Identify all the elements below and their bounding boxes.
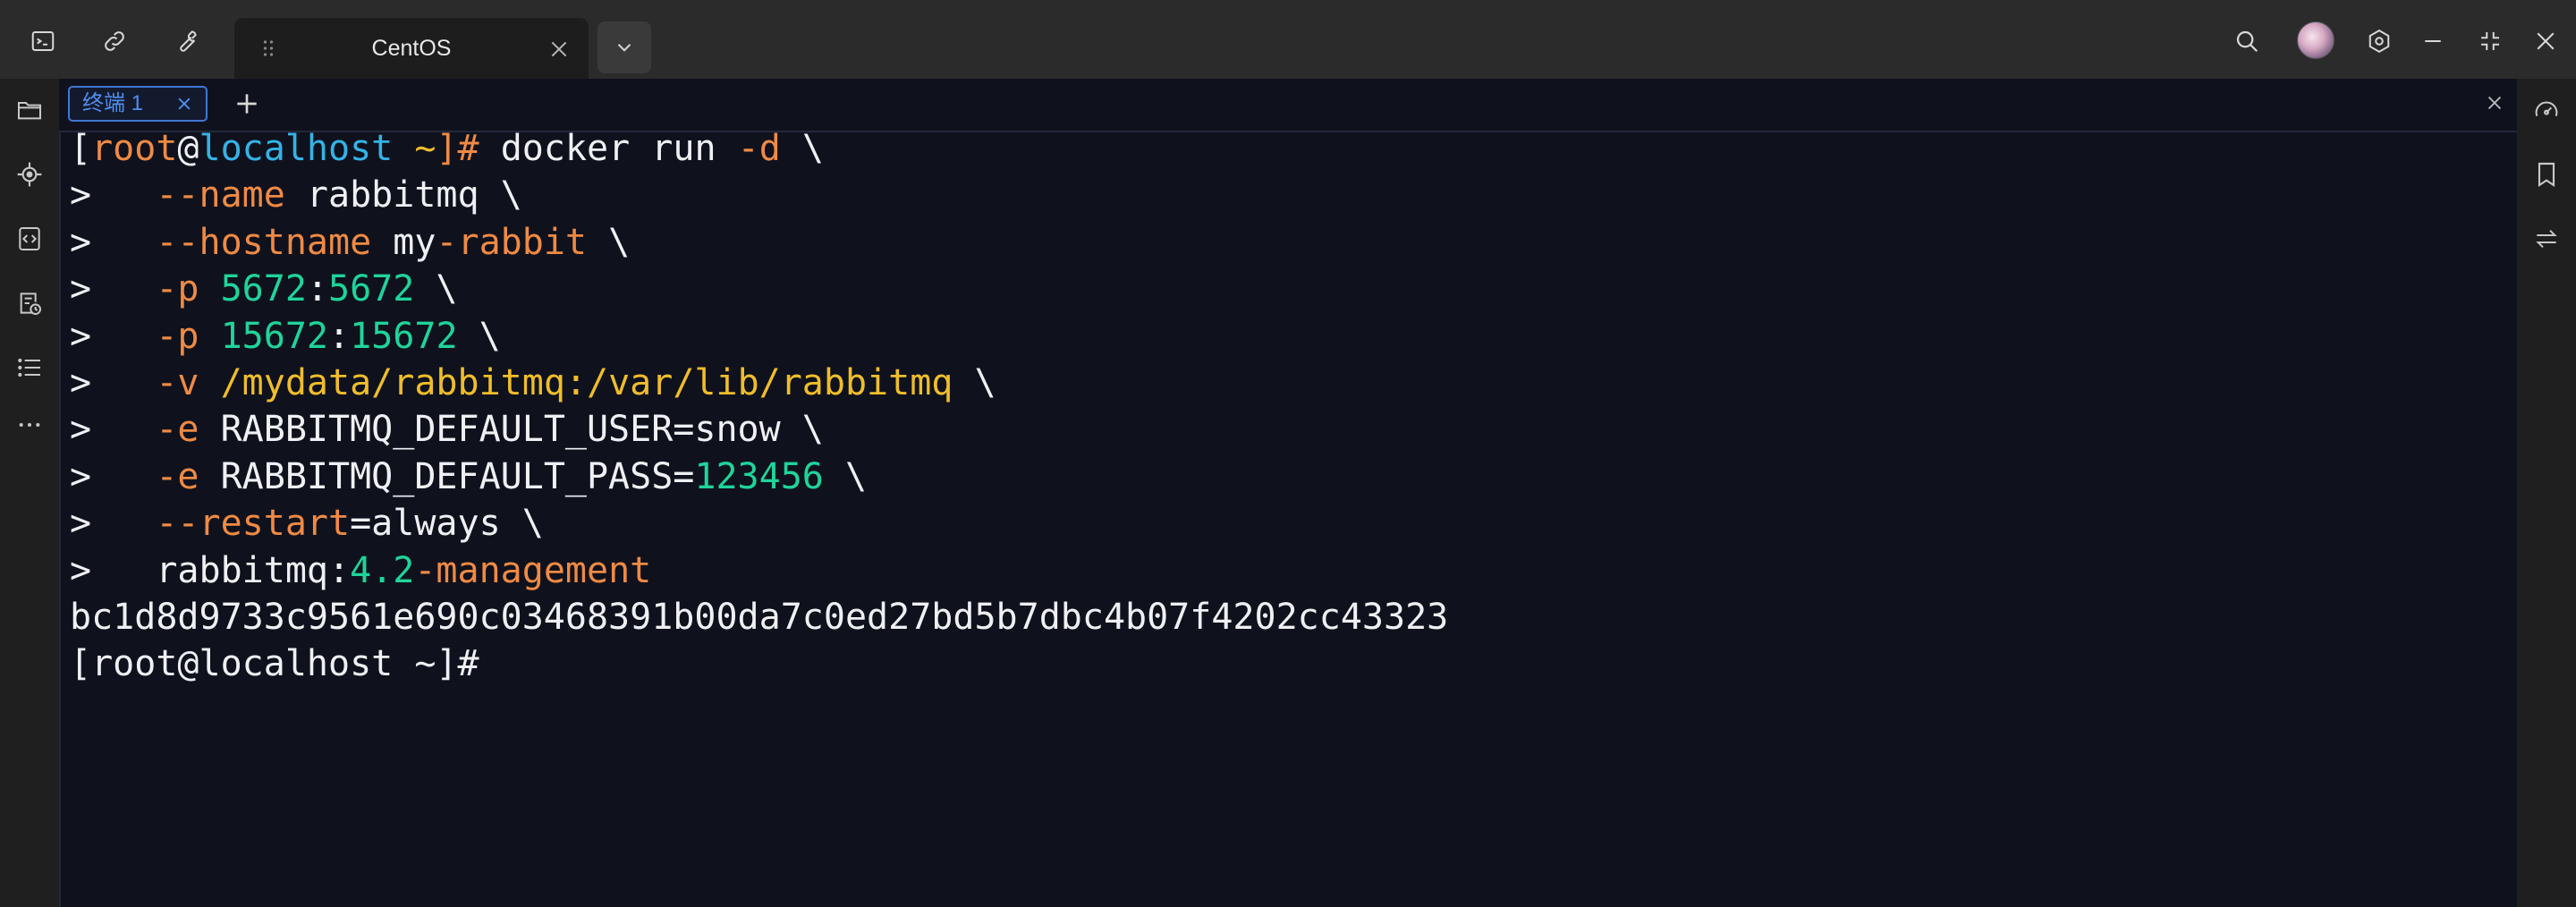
terminal-token: --hostname	[156, 222, 372, 263]
terminal-token: :	[306, 268, 329, 309]
terminal-token: docker run	[479, 128, 738, 169]
history-icon[interactable]	[13, 286, 47, 320]
terminal-token: ~	[414, 128, 436, 169]
terminal-token: RABBITMQ_DEFAULT_PASS=	[199, 456, 695, 497]
terminal-token: 4.2	[350, 550, 415, 591]
terminal-line: > -v /mydata/rabbitmq:/var/lib/rabbitmq …	[70, 360, 996, 406]
terminal-token: :	[328, 316, 351, 357]
terminal-token: >	[70, 316, 157, 357]
tab-centos[interactable]: CentOS	[234, 18, 589, 79]
folder-icon[interactable]	[13, 93, 47, 127]
left-sidebar	[0, 79, 59, 907]
terminal-token: @	[177, 128, 199, 169]
terminal-token: >	[70, 222, 157, 263]
terminal-token: >	[70, 174, 157, 216]
terminal-tab[interactable]: 终端 1	[68, 86, 208, 122]
terminal-line: > rabbitmq:4.2-management	[70, 547, 651, 594]
right-sidebar	[2517, 79, 2576, 907]
terminal-token: RABBITMQ_DEFAULT_USER=snow \	[199, 409, 824, 450]
terminal-token: -e	[156, 456, 199, 497]
transfer-icon[interactable]	[2529, 222, 2563, 256]
code-icon[interactable]	[13, 222, 47, 256]
target-icon[interactable]	[13, 157, 47, 191]
terminal-line: [root@localhost ~]# docker run -d \	[70, 125, 824, 172]
restore-icon[interactable]	[2470, 21, 2510, 61]
terminal-tab-label: 终端 1	[82, 91, 144, 115]
terminal-token: [	[70, 128, 92, 169]
terminal-token: \	[414, 268, 458, 309]
terminal-line: > --hostname my-rabbit \	[70, 219, 630, 266]
terminal-token: >	[70, 268, 157, 309]
terminal-token: 5672	[220, 268, 307, 309]
terminal-tab-close-icon[interactable]	[175, 95, 193, 113]
terminal-token: \	[457, 316, 501, 357]
bookmark-icon[interactable]	[2529, 157, 2563, 191]
minimize-icon[interactable]	[2413, 21, 2453, 61]
wrench-icon[interactable]	[166, 21, 206, 61]
link-icon[interactable]	[95, 21, 134, 61]
avatar[interactable]	[2297, 21, 2334, 59]
terminal-token: \	[586, 222, 631, 263]
terminal-token: >	[70, 362, 157, 403]
terminal-token: my	[371, 222, 436, 263]
terminal-token: [root@localhost ~]#	[70, 643, 479, 684]
terminal-tab-strip: 终端 1	[59, 79, 2517, 132]
close-icon[interactable]	[2526, 21, 2565, 61]
tab-title: CentOS	[371, 36, 452, 61]
terminal-token: -e	[156, 409, 199, 450]
list-icon[interactable]	[13, 351, 47, 385]
terminal-icon[interactable]	[23, 21, 63, 61]
terminal-token: 123456	[694, 456, 824, 497]
terminal-token: -p	[156, 268, 199, 309]
terminal-token: \	[823, 456, 868, 497]
more-icon[interactable]	[13, 408, 47, 442]
terminal-token: \	[953, 362, 996, 403]
terminal-line: bc1d8d9733c9561e690c03468391b00da7c0ed27…	[70, 594, 1448, 640]
terminal-token: /mydata/rabbitmq:/var/lib/rabbitmq	[220, 362, 953, 403]
title-bar: CentOS	[0, 0, 2576, 79]
terminal-line: > -p 15672:15672 \	[70, 313, 501, 360]
terminal-token: -management	[414, 550, 652, 591]
terminal-token: -d	[737, 128, 781, 169]
terminal-token: 5672	[328, 268, 415, 309]
terminal-token: 15672	[350, 316, 458, 357]
terminal-token: bc1d8d9733c9561e690c03468391b00da7c0ed27…	[70, 597, 1449, 638]
terminal-token: -v	[156, 362, 199, 403]
terminal-line: > -p 5672:5672 \	[70, 266, 458, 312]
terminal-token: 15672	[220, 316, 329, 357]
terminal-output[interactable]: [root@localhost ~]# docker run -d \ > --n…	[59, 128, 2517, 907]
terminal-token: >	[70, 456, 157, 497]
terminal-line: > -e RABBITMQ_DEFAULT_USER=snow \	[70, 406, 824, 453]
terminal-token: >	[70, 409, 157, 450]
terminal-token: \	[780, 128, 824, 169]
terminal-token: -p	[156, 316, 199, 357]
settings-icon[interactable]	[2360, 21, 2399, 61]
terminal-token: root	[91, 128, 178, 169]
terminal-token: =always \	[350, 503, 544, 544]
add-tab-icon[interactable]	[233, 89, 261, 118]
terminal-token: >	[70, 503, 157, 544]
terminal-token: localhost	[199, 128, 394, 169]
terminal-token: > rabbitmq:	[70, 550, 351, 591]
terminal-token: --restart	[156, 503, 351, 544]
tab-dropdown-button[interactable]	[597, 21, 651, 73]
terminal-line: > --restart=always \	[70, 500, 544, 547]
terminal-token: ]#	[436, 128, 479, 169]
search-icon[interactable]	[2227, 21, 2267, 61]
panel-close-icon[interactable]	[2485, 93, 2504, 113]
terminal-line: [root@localhost ~]#	[70, 640, 479, 687]
terminal-token: --name	[156, 174, 285, 216]
terminal-token: rabbitmq \	[284, 174, 522, 216]
terminal-line: > --name rabbitmq \	[70, 172, 522, 218]
chevron-down-icon	[617, 43, 631, 52]
terminal-token: -rabbit	[436, 222, 587, 263]
terminal-line: > -e RABBITMQ_DEFAULT_PASS=123456 \	[70, 454, 867, 500]
tab-close-icon[interactable]	[547, 38, 571, 61]
speedometer-icon[interactable]	[2529, 93, 2563, 127]
